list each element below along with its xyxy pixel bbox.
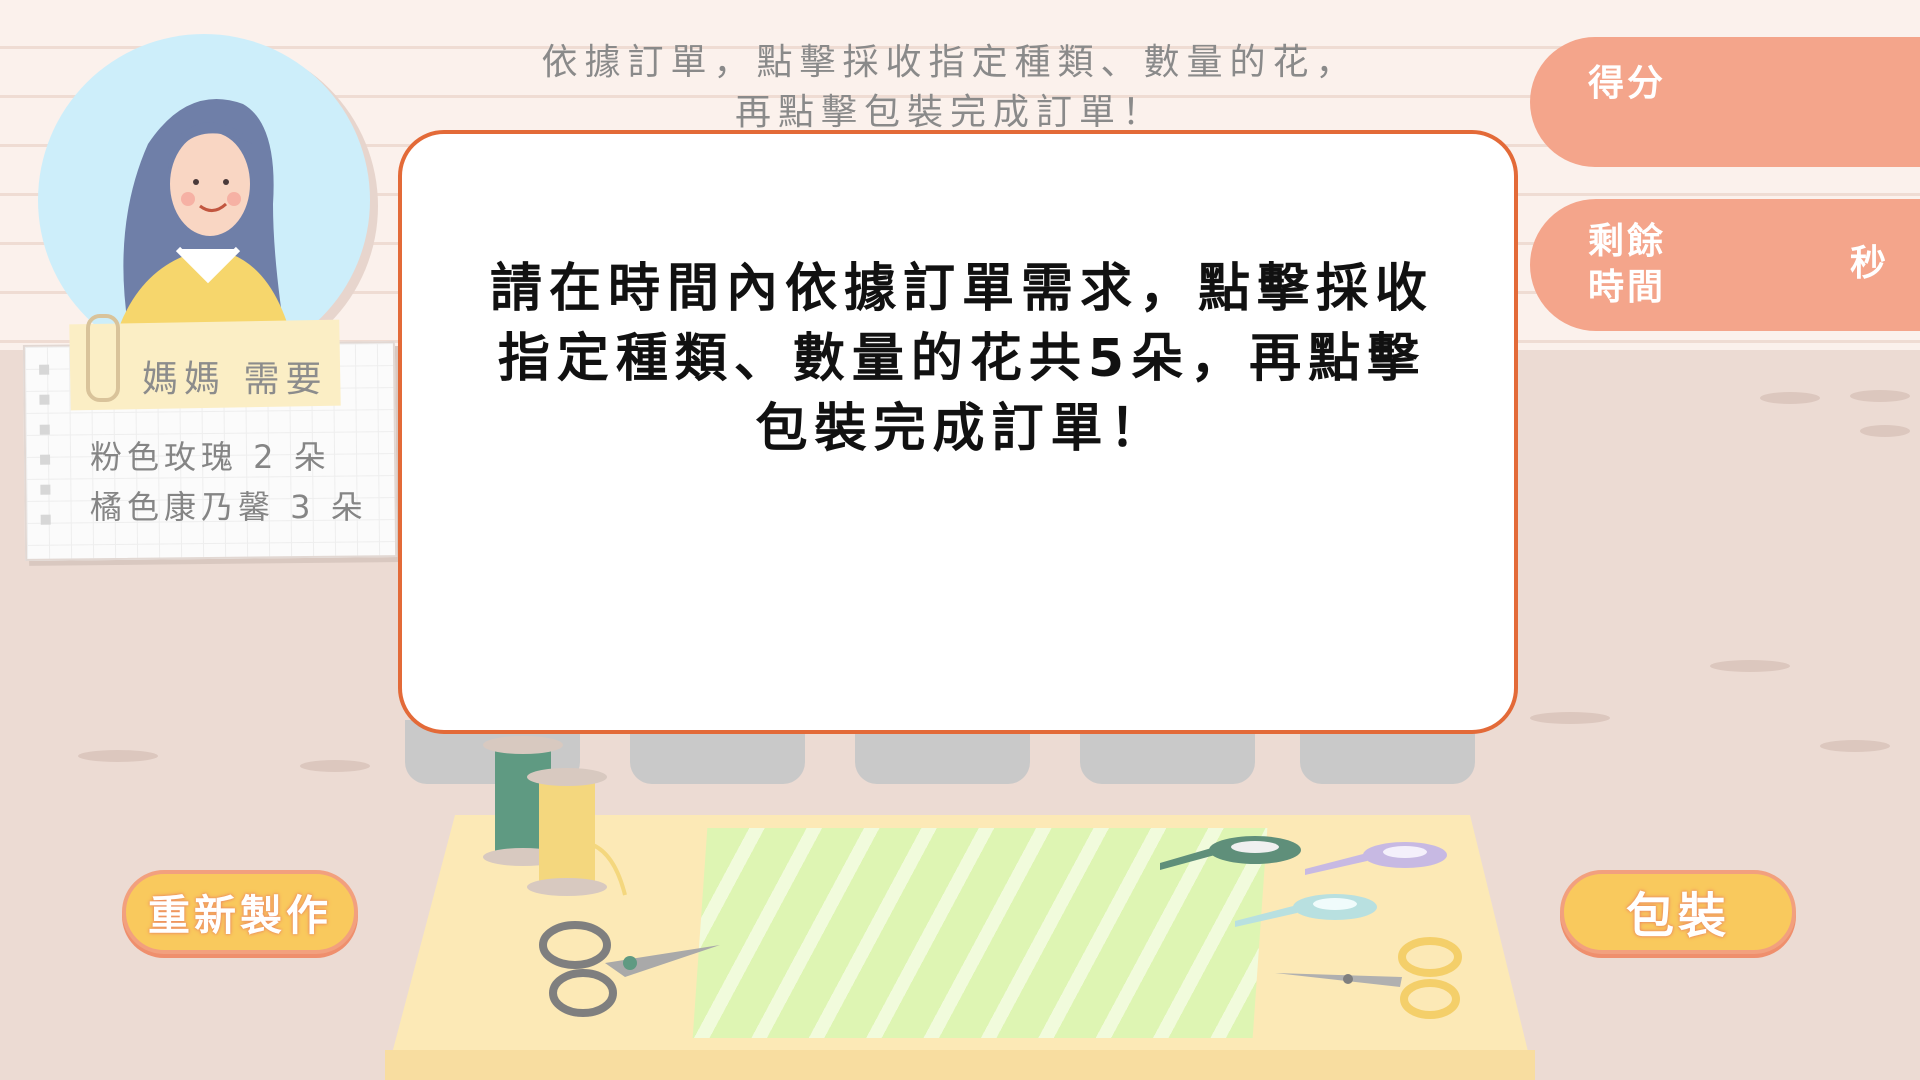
floor-spot — [1860, 425, 1910, 437]
instruction-dialog[interactable]: 請在時間內依據訂單需求，點擊採收 指定種類、數量的花共5朵，再點擊 包裝完成訂單… — [398, 130, 1518, 734]
order-title: 媽媽 需要 — [142, 359, 328, 400]
binder-ring — [39, 394, 50, 405]
binder-ring — [39, 424, 50, 435]
yellow-scissors-icon — [1275, 937, 1462, 1019]
binder-ring — [40, 484, 51, 495]
binder-ring — [39, 364, 50, 375]
order-item: 粉色玫瑰 2 朵 — [90, 438, 331, 476]
floor-spot — [1530, 712, 1610, 724]
table-edge — [385, 1050, 1535, 1080]
scissors-icon — [539, 921, 720, 1017]
instruction-line-1: 依據訂單，點擊採收指定種類、數量的花， — [541, 42, 1359, 83]
order-item: 橘色康乃馨 3 朵 — [90, 488, 368, 526]
score-panel: 得分 — [1530, 37, 1920, 167]
floor-spot — [1760, 392, 1820, 404]
score-label: 得分 — [1588, 63, 1667, 104]
timer-label: 剩餘 時間 — [1588, 219, 1666, 311]
floor-spot — [300, 760, 370, 772]
timer-label-line-2: 時間 — [1588, 267, 1667, 308]
floor-spot — [1850, 390, 1910, 402]
floor-spot — [1710, 660, 1790, 672]
pack-button[interactable]: 包裝 — [1560, 870, 1796, 954]
dialog-line-1: 請在時間內依據訂單需求，點擊採收 — [489, 259, 1434, 319]
thread-spools-icon — [483, 736, 627, 896]
redo-button[interactable]: 重新製作 — [122, 870, 358, 954]
floor-spot — [1820, 740, 1890, 752]
ribbon-rolls-icon — [1160, 836, 1447, 927]
avatar — [38, 34, 370, 366]
instruction-text: 依據訂單，點擊採收指定種類、數量的花， 再點擊包裝完成訂單！ — [480, 38, 1420, 138]
timer-label-line-1: 剩餘 — [1588, 221, 1667, 262]
floor-spot — [78, 750, 158, 762]
instruction-line-2: 再點擊包裝完成訂單！ — [734, 92, 1165, 133]
timer-panel: 剩餘 時間 秒 — [1530, 199, 1920, 331]
dialog-line-3: 包裝完成訂單！ — [755, 399, 1169, 459]
timer-unit: 秒 — [1850, 243, 1890, 284]
mother-icon — [108, 99, 298, 366]
binder-ring — [40, 454, 51, 465]
dialog-line-2: 指定種類、數量的花共5朵，再點擊 — [497, 329, 1427, 389]
binder-ring — [40, 514, 51, 525]
paperclip-icon — [86, 314, 120, 402]
dialog-message: 請在時間內依據訂單需求，點擊採收 指定種類、數量的花共5朵，再點擊 包裝完成訂單… — [482, 254, 1442, 464]
